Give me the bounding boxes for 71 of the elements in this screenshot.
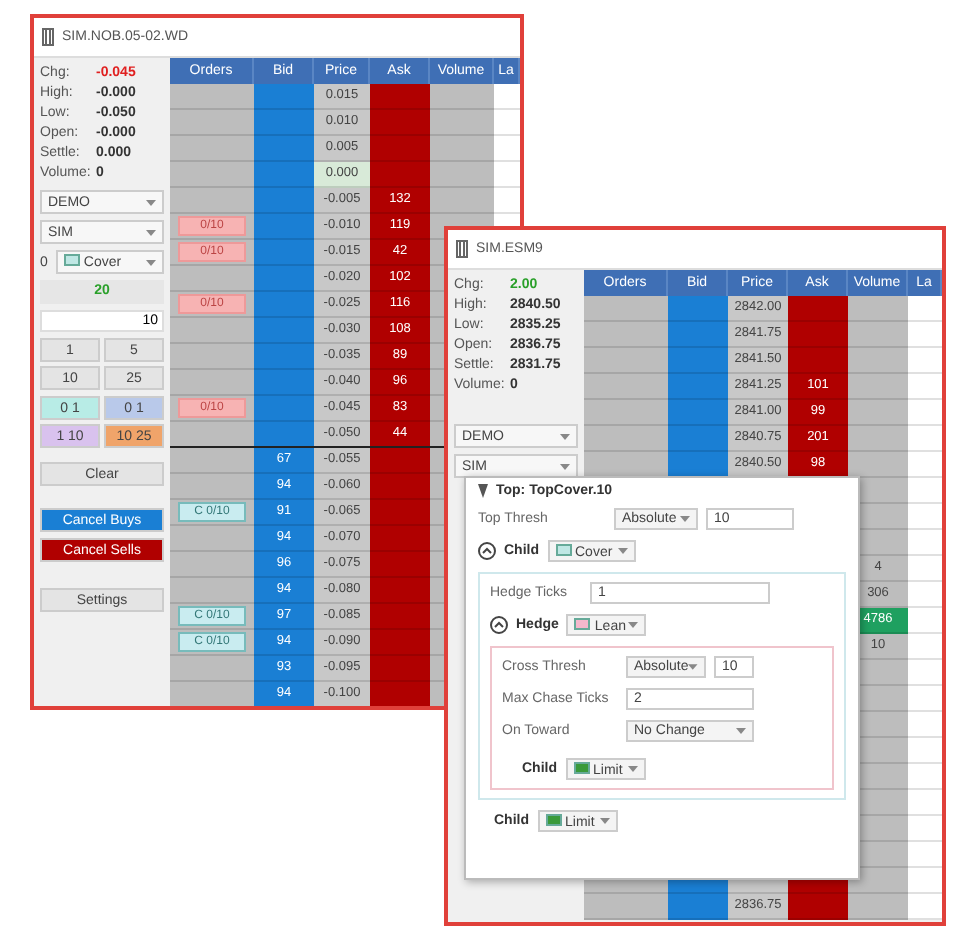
ask-cell[interactable] xyxy=(370,448,430,474)
last-cell xyxy=(908,348,942,374)
last-cell xyxy=(494,136,520,162)
ask-cell[interactable] xyxy=(370,110,430,136)
last-cell xyxy=(908,530,942,556)
volume-cell xyxy=(430,188,494,214)
last-cell xyxy=(908,374,942,400)
caret-icon xyxy=(146,229,156,235)
caret-icon xyxy=(599,818,609,824)
last-cell xyxy=(908,426,942,452)
last-cell xyxy=(908,556,942,582)
caret-icon xyxy=(146,259,156,265)
last-cell xyxy=(908,504,942,530)
last-cell xyxy=(908,764,942,790)
ask-cell[interactable] xyxy=(788,348,848,374)
ask-cell[interactable] xyxy=(370,500,430,526)
ask-cell[interactable] xyxy=(370,474,430,500)
last-cell xyxy=(908,478,942,504)
pin-icon[interactable] xyxy=(478,484,488,498)
last-cell xyxy=(908,322,942,348)
ask-cell[interactable] xyxy=(370,630,430,656)
ask-cell[interactable] xyxy=(370,682,430,706)
caret-icon xyxy=(680,516,690,522)
caret-icon xyxy=(627,766,637,772)
ask-cell[interactable] xyxy=(788,296,848,322)
last-cell xyxy=(494,162,520,188)
orders-cell[interactable] xyxy=(170,422,254,448)
last-cell xyxy=(908,686,942,712)
last-cell xyxy=(494,110,520,136)
volume-cell xyxy=(430,110,494,136)
last-cell xyxy=(908,400,942,426)
last-cell xyxy=(494,188,520,214)
caret-icon xyxy=(560,463,570,469)
last-cell xyxy=(908,816,942,842)
last-cell xyxy=(494,84,520,110)
ask-cell[interactable] xyxy=(370,604,430,630)
last-cell xyxy=(908,868,942,894)
last-cell xyxy=(908,660,942,686)
last-cell xyxy=(908,296,942,322)
ask-cell[interactable] xyxy=(370,552,430,578)
ask-cell[interactable] xyxy=(370,526,430,552)
ask-cell[interactable] xyxy=(370,162,430,188)
ask-cell[interactable] xyxy=(370,84,430,110)
volume-cell xyxy=(430,162,494,188)
bid-cell[interactable] xyxy=(254,422,314,448)
caret-icon xyxy=(146,199,156,205)
last-cell xyxy=(908,790,942,816)
last-cell xyxy=(908,842,942,868)
volume-cell xyxy=(430,136,494,162)
caret-icon xyxy=(688,664,698,670)
ask-cell[interactable] xyxy=(788,322,848,348)
last-cell xyxy=(908,894,942,920)
last-cell xyxy=(908,582,942,608)
caret-icon xyxy=(617,548,627,554)
last-cell xyxy=(908,608,942,634)
ask-cell[interactable] xyxy=(788,894,848,920)
window-icon xyxy=(42,28,54,46)
caret-icon xyxy=(628,622,639,628)
collapse-icon[interactable] xyxy=(490,616,508,634)
last-cell xyxy=(908,712,942,738)
caret-icon xyxy=(560,433,570,439)
ask-cell[interactable] xyxy=(370,136,430,162)
caret-icon xyxy=(736,728,746,734)
ask-cell[interactable] xyxy=(370,656,430,682)
volume-cell xyxy=(430,84,494,110)
ask-cell[interactable] xyxy=(370,578,430,604)
last-cell xyxy=(908,738,942,764)
last-cell xyxy=(908,452,942,478)
window-icon xyxy=(456,240,468,258)
collapse-icon[interactable] xyxy=(478,542,496,560)
last-cell xyxy=(908,634,942,660)
